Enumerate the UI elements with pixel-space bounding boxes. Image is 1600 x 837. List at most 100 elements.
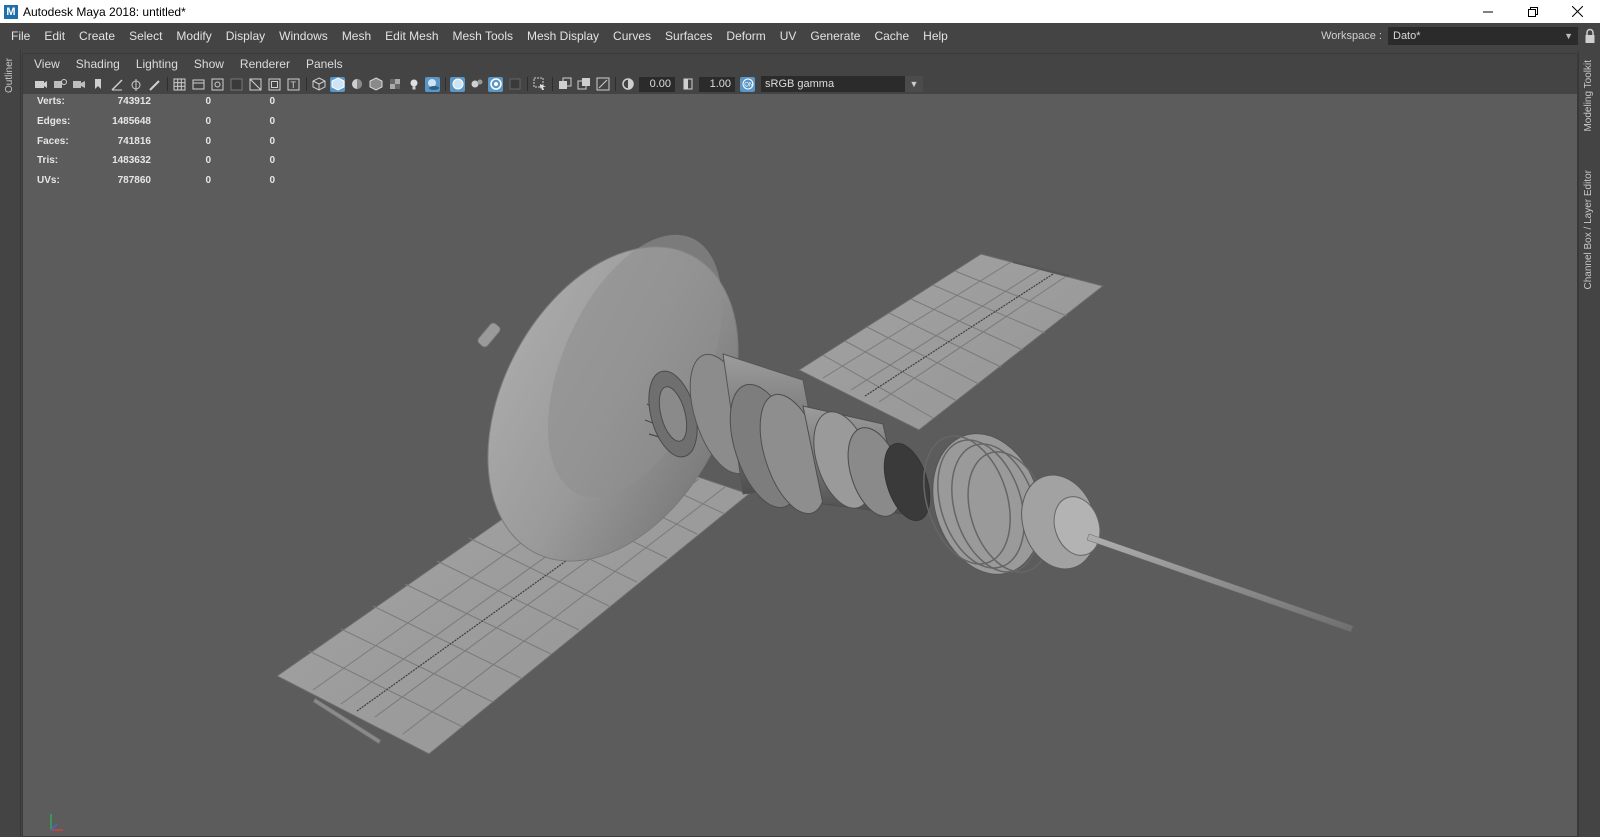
gate-mask-icon[interactable] (229, 77, 244, 92)
workspace-dropdown[interactable]: Dato* ▼ (1388, 27, 1578, 45)
menu-display[interactable]: Display (219, 23, 272, 50)
shadows-icon[interactable] (425, 76, 440, 92)
panel-menu-show[interactable]: Show (186, 54, 232, 74)
hud-value: 743912 (117, 96, 151, 108)
panel-menu-renderer[interactable]: Renderer (232, 54, 298, 74)
smooth-shade-icon[interactable] (330, 76, 345, 92)
default-material-icon[interactable] (349, 77, 364, 92)
menu-curves[interactable]: Curves (606, 23, 658, 50)
hud-label: Faces: (37, 135, 69, 147)
solar-panel-right (797, 253, 1105, 431)
isolate-select-icon[interactable] (532, 77, 547, 92)
minimize-icon (1482, 11, 1493, 12)
menu-deform[interactable]: Deform (719, 23, 772, 50)
menu-edit-mesh[interactable]: Edit Mesh (378, 23, 445, 50)
hud-label: Verts: (37, 96, 65, 108)
viewport-panel: View Shading Lighting Show Renderer Pane… (22, 53, 1578, 837)
hud-value: 0 (205, 175, 211, 187)
hud-row: Tris: 1483632 0 0 (37, 151, 275, 171)
toolbar-separator (445, 77, 446, 91)
lock-icon[interactable] (1584, 28, 1596, 44)
menu-help[interactable]: Help (916, 23, 955, 50)
hud-value: 0 (269, 116, 275, 128)
outliner-tab[interactable]: Outliner (4, 58, 15, 93)
wireframe-icon[interactable] (311, 77, 326, 92)
close-icon (1572, 6, 1583, 17)
menu-uv[interactable]: UV (773, 23, 804, 50)
camera-lock-icon[interactable] (52, 77, 67, 92)
minimize-button[interactable] (1465, 0, 1510, 23)
hud-label: Edges: (37, 116, 71, 128)
multisample-aa-icon[interactable] (507, 77, 522, 92)
menu-mesh-tools[interactable]: Mesh Tools (446, 23, 520, 50)
window-controls (1465, 0, 1600, 23)
grid-icon[interactable] (172, 77, 187, 92)
hud-value: 0 (269, 155, 275, 167)
channel-box-layer-editor-tab[interactable]: Channel Box / Layer Editor (1583, 170, 1594, 290)
restore-button[interactable] (1510, 0, 1555, 23)
svg-text:T: T (291, 80, 297, 90)
frame-all-icon[interactable] (557, 77, 572, 92)
toolbar-separator (527, 77, 528, 91)
close-button[interactable] (1555, 0, 1600, 23)
hud-value: 741816 (117, 135, 151, 147)
ambient-occlusion-icon[interactable] (488, 76, 503, 92)
menu-file[interactable]: File (0, 23, 37, 50)
panel-toolbar: T 0.00 1.00 ON sRGB gamma ▼ (23, 74, 1577, 94)
svg-text:ON: ON (744, 82, 753, 88)
hud-value: 0 (205, 155, 211, 167)
menu-mesh-display[interactable]: Mesh Display (520, 23, 606, 50)
xray-joints-icon[interactable] (469, 77, 484, 92)
toolbar-separator (552, 77, 553, 91)
grease-pencil-icon[interactable] (147, 77, 162, 92)
panel-menu-shading[interactable]: Shading (68, 54, 128, 74)
menu-select[interactable]: Select (122, 23, 169, 50)
two-d-pan-zoom-icon[interactable] (128, 77, 143, 92)
xray-icon[interactable] (450, 76, 465, 92)
menu-edit[interactable]: Edit (37, 23, 72, 50)
view-transform-dropdown[interactable]: sRGB gamma ▼ (761, 76, 923, 92)
poly-count-hud: Verts: 743912 0 0 Edges: 1485648 0 0 Fac… (37, 92, 275, 190)
image-plane-icon[interactable] (109, 77, 124, 92)
menu-mesh[interactable]: Mesh (335, 23, 378, 50)
safe-title-icon[interactable]: T (286, 77, 301, 92)
safe-action-icon[interactable] (267, 77, 282, 92)
panel-menu-lighting[interactable]: Lighting (128, 54, 186, 74)
panel-menu-panels[interactable]: Panels (298, 54, 351, 74)
gamma-icon[interactable] (680, 77, 695, 92)
film-gate-icon[interactable] (191, 77, 206, 92)
viewport-3d[interactable] (23, 94, 1577, 836)
exposure-icon[interactable] (620, 77, 635, 92)
toolbar-separator (306, 77, 307, 91)
antenna-rod (1086, 533, 1354, 633)
menu-create[interactable]: Create (72, 23, 122, 50)
menu-generate[interactable]: Generate (803, 23, 867, 50)
wireframe-on-shaded-icon[interactable] (368, 77, 383, 92)
frame-selection-icon[interactable] (576, 77, 591, 92)
hud-value: 1485648 (112, 116, 151, 128)
resolution-gate-icon[interactable] (210, 77, 225, 92)
color-management-icon[interactable]: ON (740, 76, 755, 92)
menu-cache[interactable]: Cache (867, 23, 916, 50)
bookmark-icon[interactable] (90, 77, 105, 92)
hud-row: UVs: 787860 0 0 (37, 171, 275, 191)
sequence-icon[interactable] (595, 77, 610, 92)
hud-value: 787860 (117, 175, 151, 187)
modeling-toolkit-tab[interactable]: Modeling Toolkit (1583, 60, 1594, 132)
gamma-field[interactable]: 1.00 (699, 76, 735, 92)
panel-menu-view[interactable]: View (26, 54, 68, 74)
menu-modify[interactable]: Modify (169, 23, 218, 50)
left-side-strip: Outliner (0, 50, 21, 837)
window-title: Autodesk Maya 2018: untitled* (23, 4, 186, 19)
camera-attributes-icon[interactable] (71, 77, 86, 92)
hud-value: 0 (205, 96, 211, 108)
panel-menubar: View Shading Lighting Show Renderer Pane… (23, 54, 1577, 74)
textured-icon[interactable] (387, 77, 402, 92)
use-all-lights-icon[interactable] (406, 77, 421, 92)
hud-value: 0 (269, 175, 275, 187)
camera-select-icon[interactable] (33, 77, 48, 92)
menu-surfaces[interactable]: Surfaces (658, 23, 719, 50)
exposure-field[interactable]: 0.00 (639, 76, 675, 92)
field-chart-icon[interactable] (248, 77, 263, 92)
menu-windows[interactable]: Windows (272, 23, 335, 50)
